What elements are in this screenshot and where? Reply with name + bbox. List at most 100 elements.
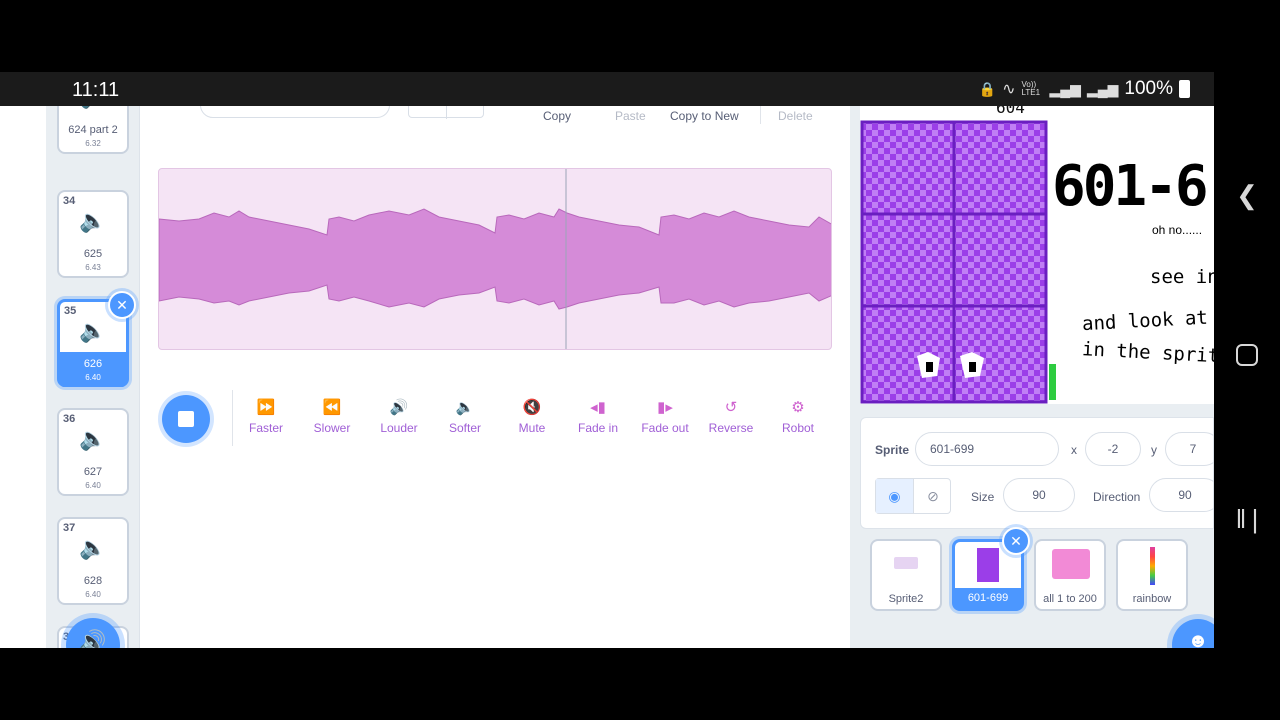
delete-button[interactable]: Delete [778, 109, 813, 123]
direction-label: Direction [1093, 490, 1141, 504]
x-value: -2 [1107, 442, 1119, 456]
status-icons: 🔒 ∿ Vo)) LTE1 ▂▄▆ ▂▄▆ 100% [979, 78, 1190, 100]
speaker-icon: 🔈 [79, 208, 107, 233]
all-1-to-200-thumbnail [1052, 549, 1090, 579]
sprite-name: rainbow [1132, 593, 1172, 605]
y-input[interactable]: 7 [1165, 432, 1214, 466]
back-icon[interactable]: ❮ [1214, 180, 1280, 211]
copy-button[interactable]: Copy [543, 109, 571, 123]
sound-item[interactable]: 37 🔈 628 6.40 [57, 517, 129, 605]
undo-redo-group[interactable] [408, 106, 484, 119]
stage[interactable]: 604 601-6 oh no...... see in: and look a… [860, 106, 1214, 404]
show-eye-icon[interactable]: ◉ [876, 479, 914, 513]
waveform-area[interactable] [158, 168, 832, 350]
signal-icon: ▂▄▆ [1049, 80, 1081, 97]
status-time: 11:11 [72, 79, 120, 101]
effect-reverse-button[interactable]: ↺ Reverse [698, 398, 764, 435]
sprite-thumb[interactable]: Sprite2 [870, 539, 942, 611]
sound-duration: 6.40 [85, 590, 101, 599]
sound-item[interactable]: 36 🔈 627 6.40 [57, 408, 129, 496]
mute-icon: 🔇 [522, 399, 542, 416]
paste-button[interactable]: Paste [615, 109, 646, 123]
waveform [159, 169, 831, 349]
letterbox-bottom [0, 648, 1280, 720]
effect-fade-out-button[interactable]: ▮▸ Fade out [632, 398, 698, 435]
recents-icon[interactable]: ‖ | [1214, 504, 1280, 535]
lock-icon: 🔒 [978, 80, 997, 97]
sprite-name-input[interactable]: 601-699 [915, 432, 1059, 466]
sound-name: 627 [83, 466, 103, 478]
direction-input[interactable]: 90 [1149, 478, 1214, 512]
add-sound-button[interactable]: 🔊 [66, 618, 120, 648]
sound-duration: 6.43 [85, 263, 101, 272]
sprite-name: 601-699 [967, 592, 1009, 604]
add-sprite-button[interactable]: ☻ [1172, 619, 1214, 648]
sprite-thumb[interactable]: all 1 to 200 [1034, 539, 1106, 611]
hide-eye-icon[interactable]: ⊘ [914, 479, 952, 513]
rainbow-thumbnail [1150, 547, 1155, 585]
sprite-label: Sprite [875, 443, 910, 457]
sound-name: 626 [83, 358, 103, 370]
effect-label: Faster [248, 421, 283, 435]
effect-label: Fade in [577, 421, 619, 435]
stage-text-2: see in: [1150, 266, 1214, 288]
stop-icon [178, 411, 194, 427]
delete-sprite-icon[interactable]: ✕ [1002, 527, 1030, 555]
sound-item[interactable]: 34 🔈 625 6.43 [57, 190, 129, 278]
left-strip [0, 106, 46, 648]
visibility-toggle[interactable]: ◉ ⊘ [875, 478, 951, 514]
effect-slower-button[interactable]: ⏪ Slower [299, 398, 365, 435]
x-input[interactable]: -2 [1085, 432, 1141, 466]
home-icon[interactable] [1214, 342, 1280, 373]
effect-label: Louder [380, 421, 418, 435]
effect-label: Robot [781, 421, 815, 435]
sprite-thumb[interactable]: rainbow [1116, 539, 1188, 611]
y-value: 7 [1189, 442, 1197, 456]
battery-percent: 100% [1124, 78, 1173, 99]
effect-louder-button[interactable]: 🔊 Louder [366, 398, 432, 435]
direction-value: 90 [1178, 488, 1192, 502]
stop-button[interactable] [162, 395, 210, 443]
signal-icon-2: ▂▄▆ [1086, 80, 1119, 97]
effect-mute-button[interactable]: 🔇 Mute [499, 398, 565, 435]
sound-name-input[interactable] [200, 106, 390, 118]
effect-label: Mute [518, 421, 546, 435]
sprite-name: Sprite2 [888, 593, 924, 605]
sound-name: 625 [83, 248, 103, 260]
sound-list[interactable]: 🔈 624 part 2 6.32 34 🔈 625 6.43 35 🔈 626… [46, 106, 140, 648]
effect-fade-in-button[interactable]: ◂▮ Fade in [565, 398, 631, 435]
slower-icon: ⏪ [322, 399, 342, 416]
battery-icon [1179, 80, 1190, 98]
sprite-name: all 1 to 200 [1043, 593, 1097, 605]
wifi-icon: ∿ [1002, 81, 1016, 98]
stage-text-3: and look at th [1081, 305, 1214, 336]
sound-name: 624 part 2 [68, 124, 118, 136]
fade-in-icon: ◂▮ [590, 399, 606, 416]
delete-sound-icon[interactable]: ✕ [108, 291, 136, 319]
sound-number: 35 [64, 305, 77, 317]
stage-title: 601-6 [1052, 154, 1209, 219]
sound-number: 36 [63, 413, 76, 425]
copy-to-new-button[interactable]: Copy to New [670, 109, 739, 123]
sound-number: 37 [63, 522, 76, 534]
speaker-icon: 🔈 [59, 106, 127, 110]
size-input[interactable]: 90 [1003, 478, 1075, 512]
letterbox-top [0, 0, 1280, 72]
effect-softer-button[interactable]: 🔈 Softer [432, 398, 498, 435]
robot-icon: ⚙ [791, 399, 805, 416]
effect-label: Reverse [708, 421, 754, 435]
scratch-app: 🔈 624 part 2 6.32 34 🔈 625 6.43 35 🔈 626… [0, 106, 1214, 648]
stage-text-4: in the sprite [1081, 338, 1214, 368]
numberblock-sprite [860, 120, 1056, 404]
sprite-pane: Sprite2 601-699 ✕ all 1 to 200 rainbow ☻ [860, 527, 1214, 648]
effect-robot-button[interactable]: ⚙ Robot [765, 398, 831, 435]
effect-faster-button[interactable]: ⏩ Faster [233, 398, 299, 435]
speaker-icon: 🔈 [79, 426, 107, 451]
effect-label: Fade out [641, 421, 689, 435]
size-value: 90 [1032, 488, 1046, 502]
sound-number: 34 [63, 195, 76, 207]
sound-name: 628 [83, 575, 103, 587]
sound-item[interactable]: 🔈 624 part 2 6.32 [57, 106, 129, 154]
sprite2-thumbnail [894, 557, 918, 569]
fade-out-icon: ▮▸ [657, 399, 673, 416]
